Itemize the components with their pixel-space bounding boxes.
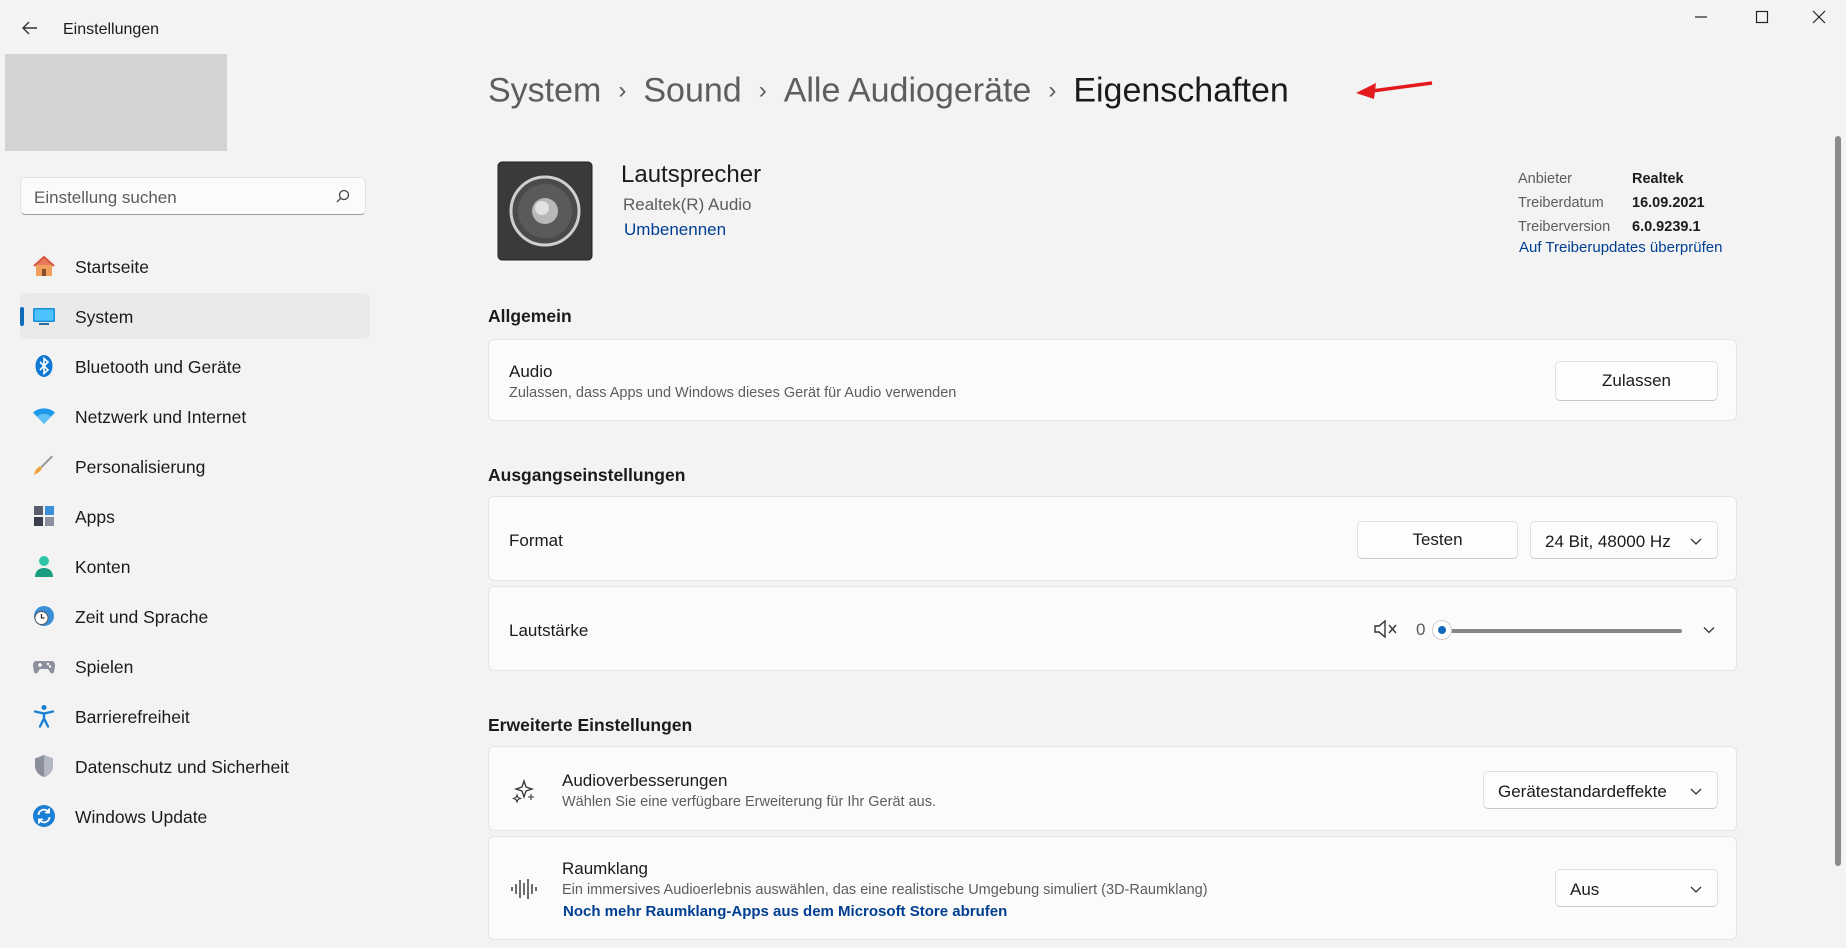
- accessibility-icon: [33, 705, 55, 728]
- breadcrumb-separator-icon: ›: [1048, 77, 1057, 105]
- minimize-button[interactable]: [1681, 8, 1721, 32]
- volume-value: 0: [1416, 620, 1426, 639]
- audio-title: Audio: [509, 362, 553, 381]
- user-avatar-placeholder: [5, 54, 227, 151]
- app-title: Einstellungen: [63, 21, 160, 38]
- sidebar-item-startseite[interactable]: Startseite: [20, 243, 370, 289]
- breadcrumb-item-system[interactable]: System: [488, 72, 601, 110]
- sidebar-item-bluetooth[interactable]: Bluetooth und Geräte: [20, 343, 370, 389]
- sidebar-item-spielen[interactable]: Spielen: [20, 643, 370, 689]
- chevron-down-icon: [1690, 538, 1702, 545]
- volume-label: Lautstärke: [509, 621, 589, 640]
- bluetooth-icon: [35, 355, 53, 377]
- home-icon: [33, 255, 55, 276]
- wifi-icon: [33, 408, 55, 424]
- enhancements-title: Audioverbesserungen: [562, 771, 728, 790]
- chevron-down-icon: [1690, 886, 1702, 893]
- close-button[interactable]: [1799, 8, 1839, 32]
- meta-label-vendor: Anbieter: [1518, 171, 1573, 187]
- driver-meta-labels: Anbieter Treiberdatum Treiberversion: [1518, 167, 1610, 239]
- meta-value-vendor: Realtek: [1632, 171, 1684, 187]
- annotation-arrow-title-icon: [1356, 81, 1433, 99]
- driver-update-link[interactable]: Auf Treiberupdates überprüfen: [1519, 239, 1722, 256]
- chevron-down-icon: [1690, 788, 1702, 795]
- section-title-general: Allgemein: [488, 306, 572, 326]
- section-title-advanced: Erweiterte Einstellungen: [488, 715, 693, 735]
- format-dropdown-value: 24 Bit, 48000 Hz: [1545, 532, 1671, 551]
- spatial-sound-card: Raumklang Ein immersives Audioerlebnis a…: [488, 836, 1737, 940]
- sidebar-item-system[interactable]: System: [20, 293, 370, 339]
- enhancements-dropdown[interactable]: Gerätestandardeffekte: [1483, 771, 1718, 809]
- meta-value-date: 16.09.2021: [1632, 195, 1705, 211]
- back-arrow-icon[interactable]: [18, 18, 42, 42]
- breadcrumb: System › Sound › Alle Audiogeräte › Eigenschaf…: [488, 70, 1289, 111]
- volume-slider-thumb[interactable]: [1432, 620, 1452, 640]
- breadcrumb-separator-icon: ›: [758, 77, 767, 105]
- test-button[interactable]: Testen: [1357, 521, 1518, 559]
- search-placeholder: Einstellung suchen: [34, 188, 177, 207]
- gamepad-icon: [33, 661, 55, 674]
- enhancements-dropdown-value: Gerätestandardeffekte: [1498, 782, 1667, 801]
- meta-label-date: Treiberdatum: [1518, 195, 1604, 211]
- chevron-down-icon[interactable]: [1702, 623, 1716, 637]
- search-input[interactable]: Einstellung suchen: [20, 177, 366, 215]
- sidebar-nav: Startseite System Bluetooth und Geräte N…: [20, 243, 370, 843]
- enhancements-card: Audioverbesserungen Wählen Sie eine verf…: [488, 746, 1737, 831]
- search-icon: [336, 189, 350, 203]
- rename-link[interactable]: Umbenennen: [624, 220, 726, 240]
- section-title-output: Ausgangseinstellungen: [488, 465, 686, 485]
- meta-value-version: 6.0.9239.1: [1632, 219, 1701, 235]
- audio-card: Audio Zulassen, dass Apps und Windows di…: [488, 339, 1737, 421]
- scrollbar[interactable]: [1835, 136, 1841, 866]
- update-icon: [33, 805, 55, 827]
- driver-meta-values: Realtek 16.09.2021 6.0.9239.1: [1632, 167, 1705, 239]
- format-dropdown[interactable]: 24 Bit, 48000 Hz: [1530, 521, 1718, 559]
- enhancements-description: Wählen Sie eine verfügbare Erweiterung f…: [562, 794, 936, 810]
- spatial-sound-store-link[interactable]: Noch mehr Raumklang-Apps aus dem Microso…: [563, 903, 1007, 920]
- title-bar: Einstellungen: [0, 0, 1846, 58]
- spatial-sound-description: Ein immersives Audioerlebnis auswählen, …: [562, 882, 1208, 898]
- sparkle-icon: [512, 779, 535, 803]
- clock-globe-icon: [34, 606, 54, 626]
- brush-icon: [34, 455, 53, 475]
- sidebar-item-konten[interactable]: Konten: [20, 543, 370, 589]
- sidebar-item-zeit-sprache[interactable]: Zeit und Sprache: [20, 593, 370, 639]
- sidebar-item-barrierefreiheit[interactable]: Barrierefreiheit: [20, 693, 370, 739]
- sidebar-item-netzwerk[interactable]: Netzwerk und Internet: [20, 393, 370, 439]
- breadcrumb-item-sound[interactable]: Sound: [643, 72, 741, 110]
- sidebar-item-windows-update[interactable]: Windows Update: [20, 793, 370, 839]
- apps-icon: [34, 506, 54, 526]
- device-driver-name: Realtek(R) Audio: [623, 195, 752, 214]
- format-card: Format Testen 24 Bit, 48000 Hz: [488, 496, 1737, 581]
- audio-description: Zulassen, dass Apps und Windows dieses G…: [509, 385, 957, 401]
- volume-slider-track[interactable]: [1442, 629, 1682, 633]
- meta-label-version: Treiberversion: [1518, 219, 1611, 235]
- spatial-sound-dropdown-value: Aus: [1570, 880, 1600, 899]
- speaker-device-icon: [497, 161, 593, 261]
- shield-icon: [35, 755, 53, 777]
- device-name: Lautsprecher: [621, 161, 762, 188]
- format-label: Format: [509, 531, 563, 550]
- spatial-sound-dropdown[interactable]: Aus: [1555, 869, 1718, 907]
- sidebar-item-datenschutz[interactable]: Datenschutz und Sicherheit: [20, 743, 370, 789]
- monitor-icon: [33, 308, 55, 325]
- maximize-button[interactable]: [1742, 8, 1782, 32]
- breadcrumb-item-audiogeraete[interactable]: Alle Audiogeräte: [784, 72, 1032, 110]
- spatial-sound-title: Raumklang: [562, 859, 648, 878]
- person-icon: [35, 556, 53, 577]
- mute-speaker-icon[interactable]: [1373, 618, 1399, 640]
- sidebar-item-apps[interactable]: Apps: [20, 493, 370, 539]
- allow-button[interactable]: Zulassen: [1555, 361, 1718, 401]
- page-title: Eigenschaften: [1073, 71, 1289, 110]
- sidebar-item-personalisierung[interactable]: Personalisierung: [20, 443, 370, 489]
- breadcrumb-separator-icon: ›: [618, 77, 627, 105]
- sound-wave-icon: [511, 879, 537, 899]
